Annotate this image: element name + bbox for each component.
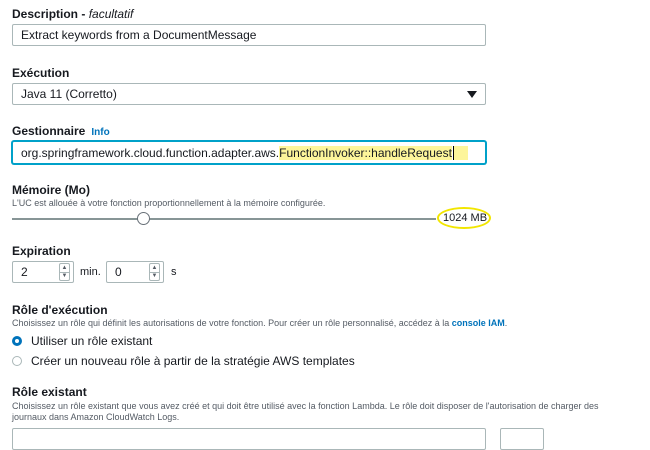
existing-role-label: Rôle existant [12, 385, 87, 399]
handler-input-value-highlighted: FunctionInvoker::handleRequest [279, 145, 452, 160]
runtime-select[interactable]: Java 11 (Corretto) [12, 83, 486, 105]
minutes-unit: min. [80, 266, 101, 278]
existing-role-help-line1: Choisissez un rôle existant que vous ave… [12, 401, 599, 411]
handler-label-text: Gestionnaire [12, 124, 86, 138]
chevron-down-icon[interactable]: ▼ [60, 271, 69, 281]
refresh-button[interactable] [500, 428, 544, 450]
role-label: Rôle d'exécution [12, 303, 108, 317]
optional-tag: facultatif [88, 7, 134, 21]
caret-down-icon [467, 90, 477, 98]
memory-value: 1024 MB [443, 212, 488, 224]
role-help-suffix: . [504, 318, 508, 328]
radio-unselected[interactable] [12, 356, 22, 366]
existing-role-help-line2: journaux dans Amazon CloudWatch Logs. [12, 412, 180, 422]
memory-help: L'UC est allouée à votre fonction propor… [12, 198, 326, 208]
role-option-existing-label: Utiliser un rôle existant [31, 334, 153, 348]
iam-console-link[interactable]: console IAM [452, 318, 505, 328]
timeout-minutes-input[interactable]: 2 ▲ ▼ [12, 261, 74, 283]
chevron-up-icon[interactable]: ▲ [150, 264, 159, 272]
role-help-text: Choisissez un rôle qui définit les autor… [12, 318, 452, 328]
handler-info-link[interactable]: Info [91, 127, 109, 138]
timeout-seconds-input[interactable]: 0 ▲ ▼ [106, 261, 164, 283]
radio-selected[interactable] [12, 336, 22, 346]
runtime-label: Exécution [12, 66, 70, 80]
minutes-stepper[interactable]: ▲ ▼ [59, 263, 70, 281]
memory-slider-track[interactable] [12, 218, 436, 220]
timeout-seconds-value: 0 [115, 265, 122, 279]
description-input[interactable]: Extract keywords from a DocumentMessage [12, 24, 486, 46]
runtime-select-value: Java 11 (Corretto) [21, 87, 117, 101]
handler-input-value-plain: org.springframework.cloud.function.adapt… [21, 145, 280, 160]
role-option-new-label: Créer un nouveau rôle à partir de la str… [31, 354, 355, 368]
handler-input[interactable]: org.springframework.cloud.function.adapt… [12, 141, 486, 164]
role-option-existing[interactable]: Utiliser un rôle existant [12, 334, 152, 348]
seconds-unit: s [171, 266, 177, 278]
chevron-down-icon[interactable]: ▼ [150, 271, 159, 281]
chevron-up-icon[interactable]: ▲ [60, 264, 69, 272]
timeout-minutes-value: 2 [21, 265, 28, 279]
existing-role-select[interactable] [12, 428, 486, 450]
memory-label: Mémoire (Mo) [12, 183, 90, 197]
timeout-label: Expiration [12, 244, 71, 258]
role-option-new[interactable]: Créer un nouveau rôle à partir de la str… [12, 354, 355, 368]
seconds-stepper[interactable]: ▲ ▼ [149, 263, 160, 281]
handler-label: Gestionnaire Info [12, 124, 110, 138]
selection-highlight [453, 145, 468, 160]
description-input-value: Extract keywords from a DocumentMessage [21, 28, 257, 42]
description-label-text: Description [12, 7, 79, 21]
role-help: Choisissez un rôle qui définit les autor… [12, 318, 507, 328]
description-label: Description - facultatif [12, 7, 134, 21]
memory-slider-thumb[interactable] [136, 212, 150, 225]
